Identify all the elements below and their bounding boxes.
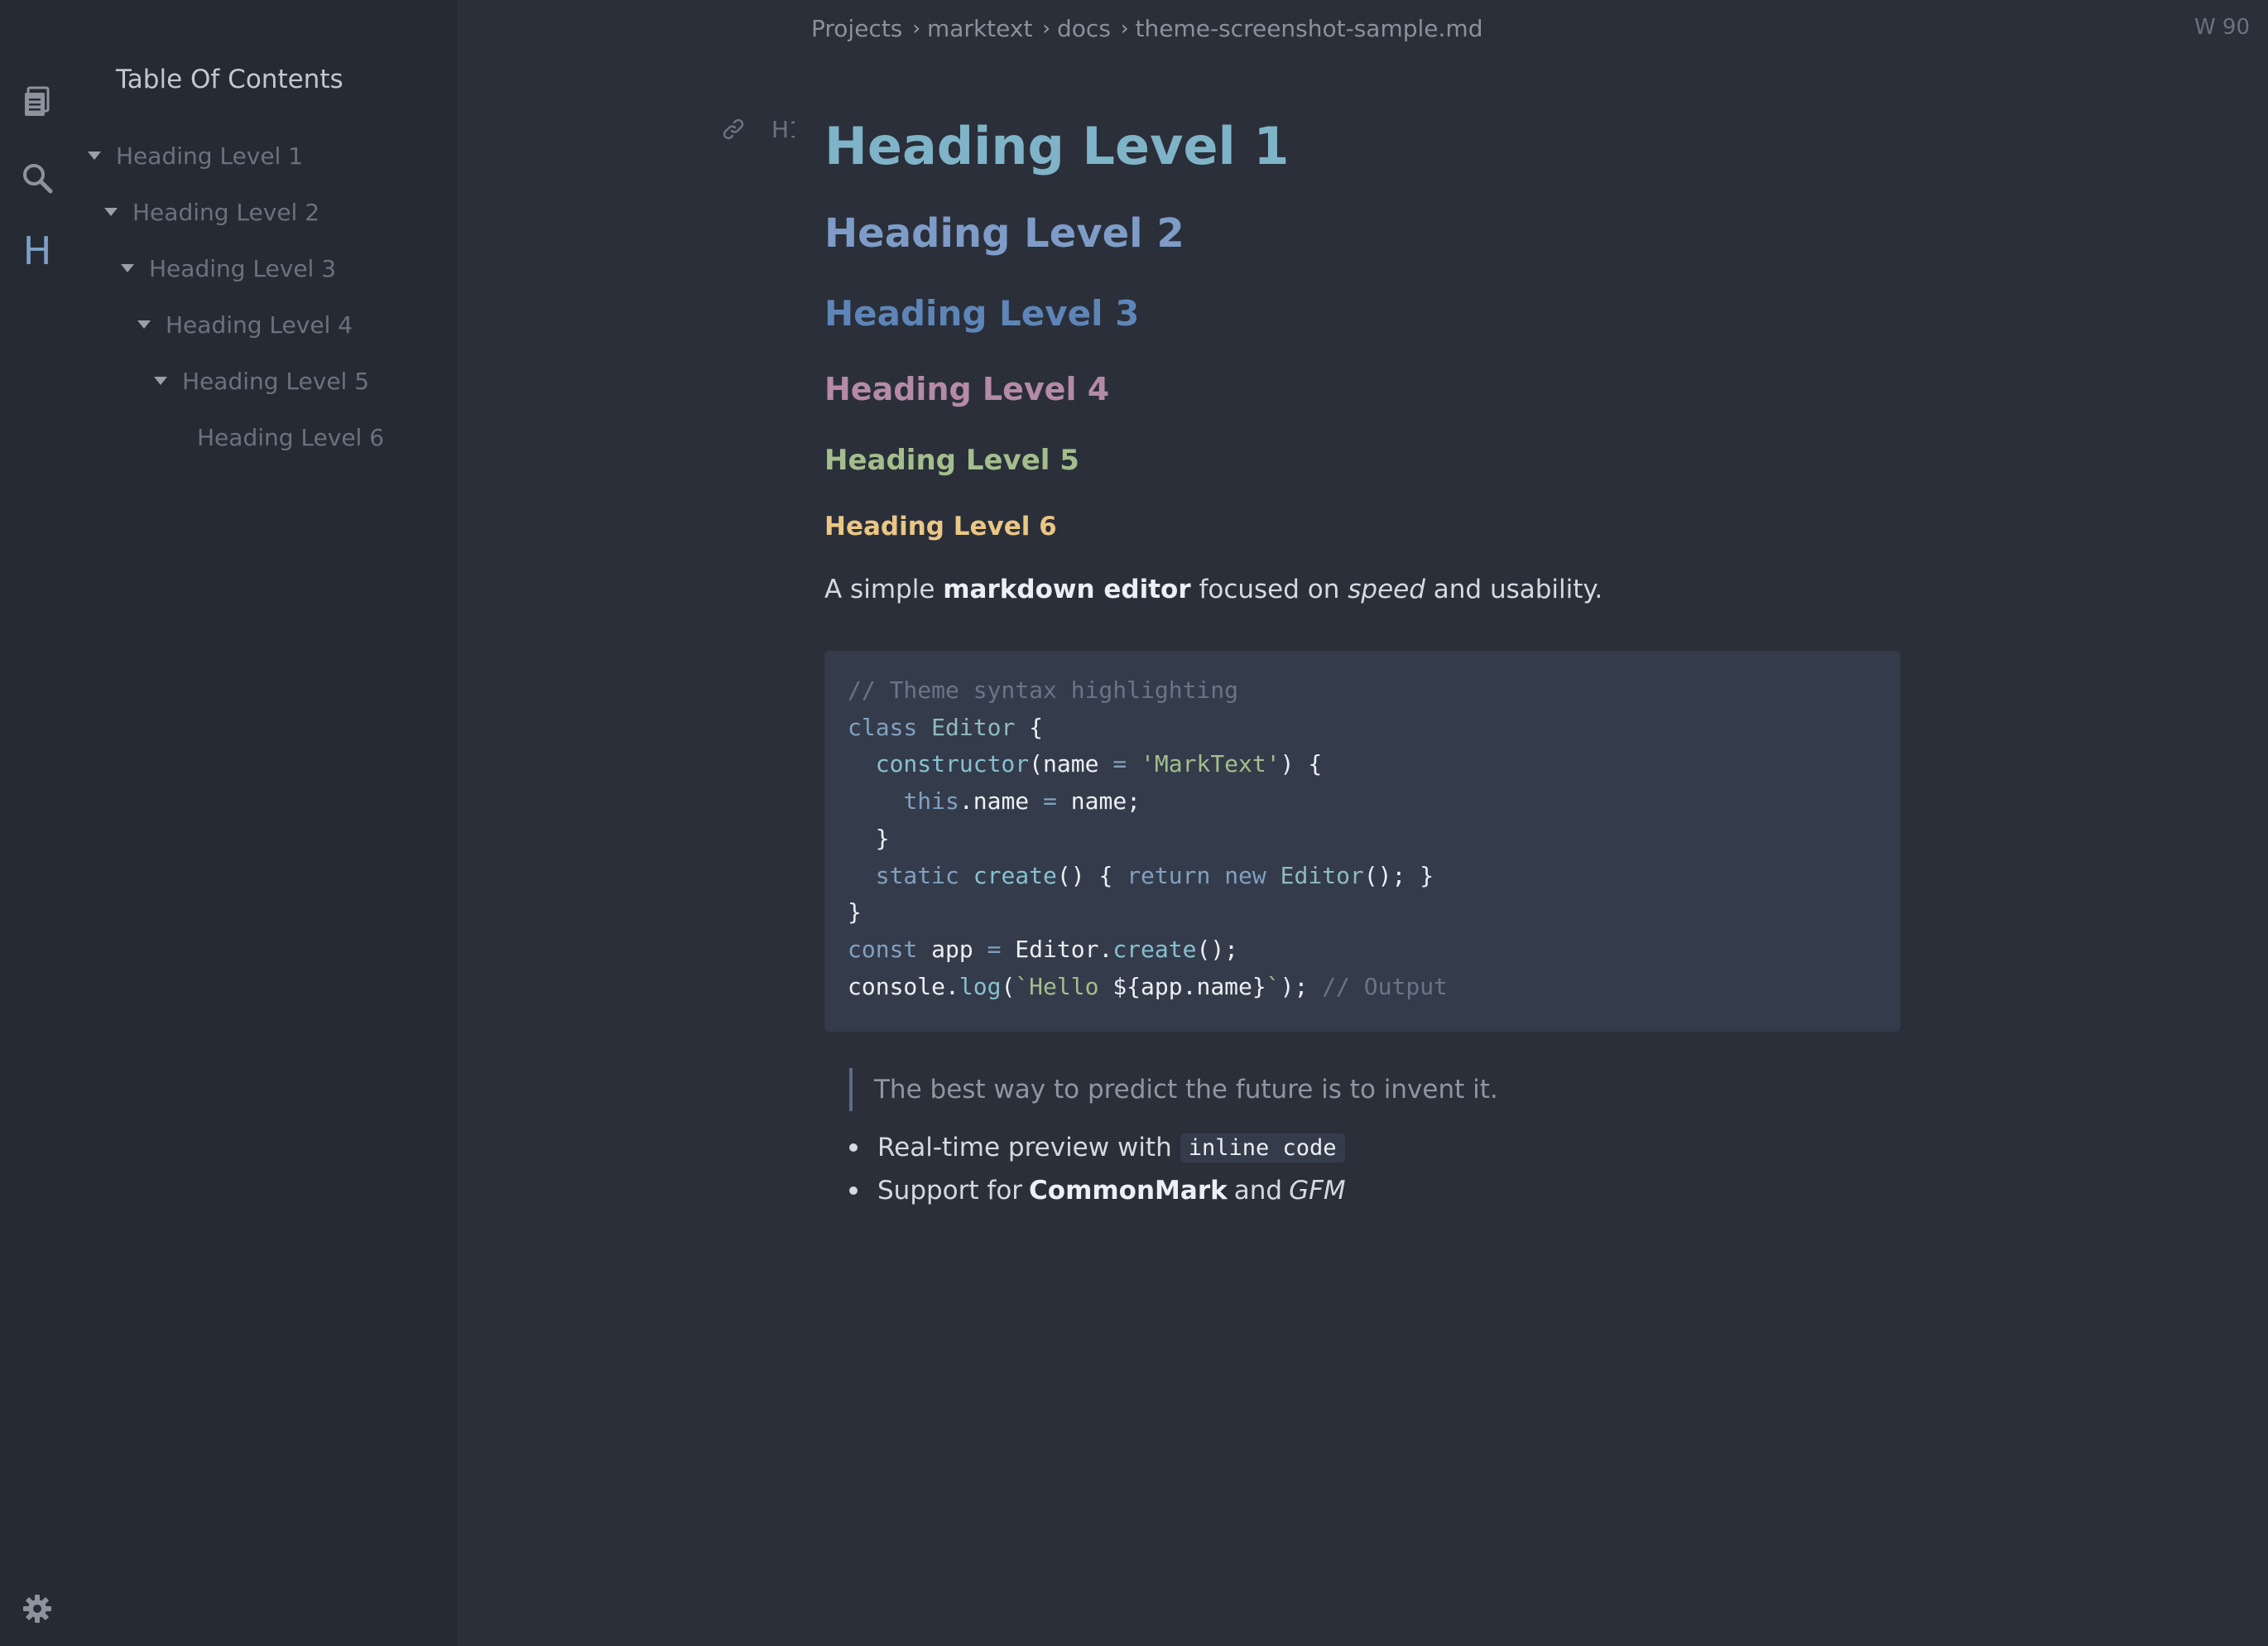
app-window: H Table Of Contents Heading Level 1 Head… [0, 0, 2268, 1646]
chevron-right-icon: › [912, 17, 920, 40]
toc-item-label: Heading Level 6 [197, 423, 385, 451]
heading-1[interactable]: Heading Level 1 [824, 116, 1290, 176]
word-count[interactable]: W 90 [2194, 15, 2250, 40]
activity-bar: H [0, 0, 73, 1646]
code-line: // Theme syntax highlighting [848, 672, 1877, 710]
caret-down-icon[interactable] [154, 377, 167, 385]
list-item-italic: GFM [1289, 1176, 1346, 1206]
heading-4[interactable]: Heading Level 4 [824, 371, 1109, 407]
blockquote-text: The best way to predict the future is to… [874, 1075, 1498, 1105]
heading-6[interactable]: Heading Level 6 [824, 512, 1057, 541]
toc-item-heading-5[interactable]: Heading Level 5 [154, 364, 369, 397]
list-item[interactable]: Real-time preview with inline code [849, 1126, 1346, 1169]
code-line: constructor(name = 'MarkText') { [875, 750, 1323, 778]
caret-down-icon[interactable] [137, 320, 151, 329]
heading-level-tag: H1 [771, 116, 795, 143]
chevron-right-icon: › [1120, 17, 1129, 40]
search-icon[interactable] [20, 161, 55, 195]
toc-item-label: Heading Level 5 [182, 367, 370, 395]
caret-down-icon[interactable] [121, 264, 134, 272]
code-line: class Editor { [848, 713, 1044, 741]
chevron-right-icon: › [1042, 17, 1051, 40]
paragraph-text: focused on [1190, 575, 1348, 604]
toc-item-label: Heading Level 2 [132, 198, 320, 226]
toc-sidebar: Table Of Contents Heading Level 1 Headin… [73, 0, 457, 1646]
blockquote[interactable]: The best way to predict the future is to… [849, 1068, 1498, 1111]
code-line: static create() { return new Editor(); } [875, 861, 1434, 889]
list-item[interactable]: Support for CommonMark and GFM [849, 1169, 1346, 1212]
bullet-icon [849, 1143, 858, 1152]
toc-heading-icon[interactable]: H [20, 229, 55, 273]
caret-down-icon[interactable] [88, 152, 101, 160]
code-block[interactable]: // Theme syntax highlighting class Editor… [824, 651, 1900, 1032]
list-item-text: Support for [877, 1176, 1023, 1206]
heading-3[interactable]: Heading Level 3 [824, 293, 1139, 334]
toc-item-heading-1[interactable]: Heading Level 1 [88, 139, 303, 172]
code-line: const app = Editor.create(); [848, 935, 1239, 963]
bullet-list: Real-time preview with inline code Suppo… [849, 1126, 1346, 1212]
paragraph-bold: markdown editor [943, 575, 1191, 604]
code-line: } [848, 898, 862, 926]
list-item-text: and [1233, 1176, 1283, 1206]
code-line: console.log(`Hello ${app.name}`); // Out… [848, 972, 1448, 1000]
breadcrumb-item[interactable]: docs [1057, 15, 1111, 42]
code-comment: // Theme syntax highlighting [848, 676, 1239, 704]
toc-item-heading-4[interactable]: Heading Level 4 [137, 308, 353, 341]
toc-item-label: Heading Level 4 [166, 310, 353, 339]
toc-item-label: Heading Level 1 [116, 142, 304, 170]
toc-item-heading-2[interactable]: Heading Level 2 [104, 195, 320, 229]
paragraph[interactable]: A simple markdown editor focused on spee… [824, 575, 1602, 604]
breadcrumb-item[interactable]: Projects [811, 15, 902, 42]
code-line: } [848, 824, 890, 852]
breadcrumb-item[interactable]: theme-screenshot-sample.md [1136, 15, 1483, 42]
breadcrumb-item[interactable]: marktext [927, 15, 1032, 42]
paragraph-text: and usability. [1425, 575, 1603, 604]
heading-5[interactable]: Heading Level 5 [824, 444, 1079, 477]
caret-down-icon[interactable] [104, 208, 118, 216]
bullet-icon [849, 1186, 858, 1195]
code-line: this.name = name; [903, 787, 1141, 816]
inline-code: inline code [1180, 1133, 1345, 1162]
list-item-bold: CommonMark [1029, 1176, 1228, 1206]
list-item-text: Real-time preview with [877, 1133, 1172, 1162]
settings-icon[interactable] [20, 1591, 55, 1626]
files-icon[interactable] [20, 84, 55, 119]
toc-item-heading-6[interactable]: Heading Level 6 [197, 421, 384, 454]
paragraph-italic: speed [1348, 575, 1425, 604]
link-icon[interactable] [722, 118, 745, 144]
paragraph-text: A simple [824, 575, 944, 604]
toc-title: Table Of Contents [116, 65, 344, 94]
breadcrumb: Projects › marktext › docs › theme-scree… [811, 12, 1482, 45]
toc-item-label: Heading Level 3 [149, 254, 337, 282]
toc-heading-glyph: H [22, 229, 52, 273]
heading-2[interactable]: Heading Level 2 [824, 210, 1184, 257]
toc-item-heading-3[interactable]: Heading Level 3 [121, 252, 336, 285]
